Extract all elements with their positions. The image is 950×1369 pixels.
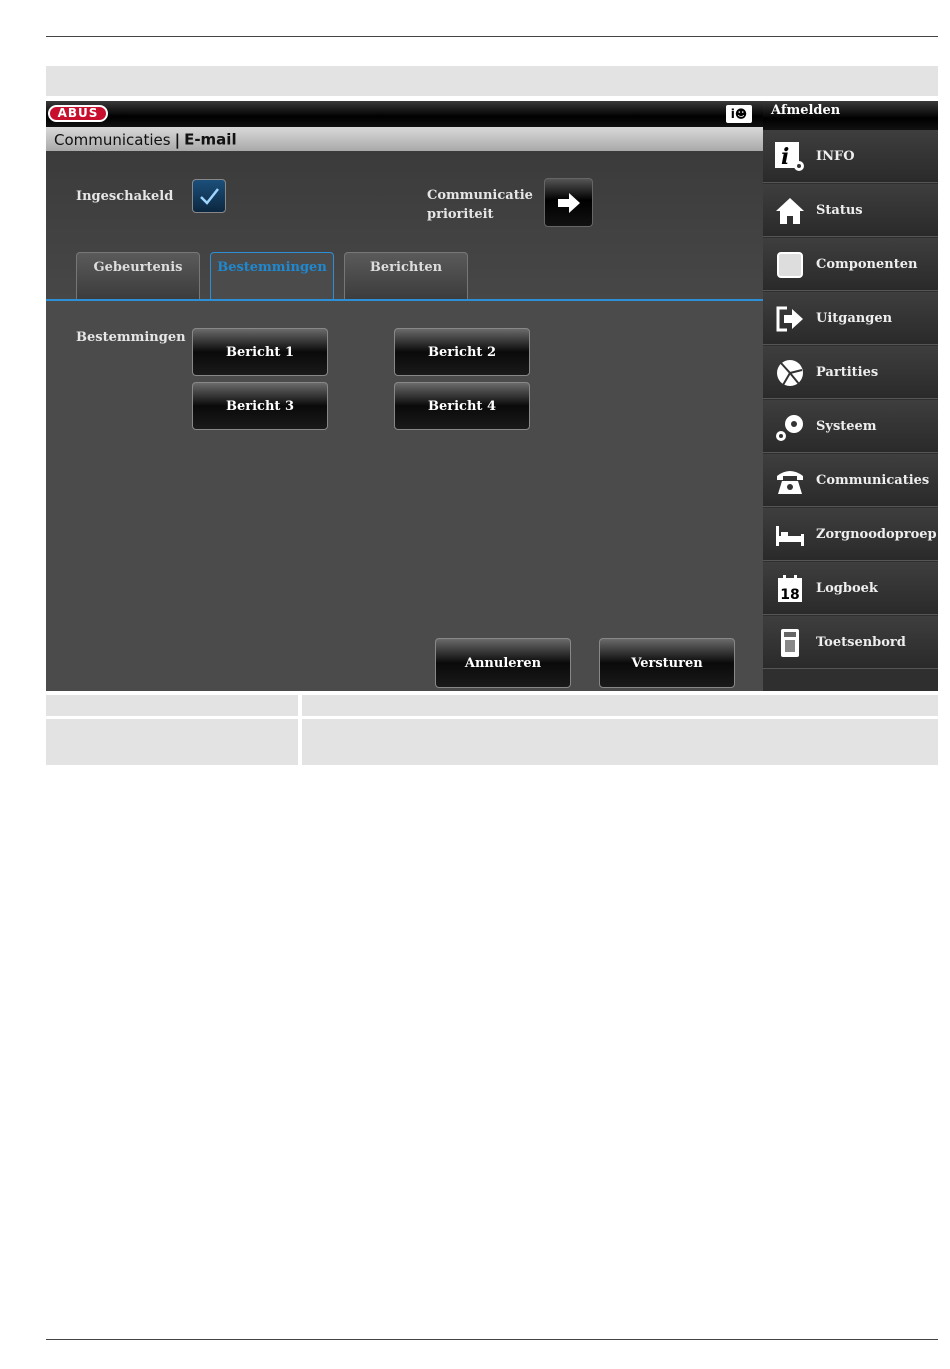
page-top-rule [46, 36, 938, 37]
description-table [46, 695, 938, 767]
logout-button[interactable]: Afmelden [763, 101, 938, 130]
enabled-checkbox[interactable] [192, 179, 226, 213]
square-icon [777, 252, 803, 278]
sidebar-item-partities[interactable]: Partities [763, 346, 938, 399]
top-bar: ABUS i☻ [46, 101, 763, 127]
sidebar-item-label: Zorgnoodoproep [816, 527, 937, 542]
svg-text:i: i [781, 144, 789, 170]
sidebar-item-logboek[interactable]: 18 Logboek [763, 562, 938, 615]
keypad-icon [781, 629, 799, 657]
sidebar-item-label: Componenten [816, 257, 918, 272]
table-cell [46, 719, 298, 765]
sidebar-item-label: Status [816, 203, 863, 218]
sidebar: Afmelden i INFO Status Componenten Uitga… [763, 101, 938, 691]
tab-label: Bestemmingen [217, 260, 327, 275]
priority-button[interactable] [544, 178, 593, 227]
sidebar-item-toetsenbord[interactable]: Toetsenbord [763, 616, 938, 669]
table-header-cell [302, 695, 938, 716]
send-button[interactable]: Versturen [599, 638, 735, 688]
app-window: ABUS i☻ Communicaties | E-mail Ingeschakel… [46, 101, 938, 691]
checkmark-icon [200, 188, 219, 205]
gears-icon [776, 415, 803, 441]
sidebar-item-communicaties[interactable]: Communicaties [763, 454, 938, 507]
info-gear-icon: i [775, 142, 804, 171]
bericht-1-button[interactable]: Bericht 1 [192, 328, 328, 376]
breadcrumb: Communicaties | E-mail [46, 127, 763, 151]
priority-label-line2: prioriteit [427, 207, 494, 222]
telephone-icon [777, 471, 803, 494]
sidebar-item-uitgangen[interactable]: Uitgangen [763, 292, 938, 345]
page-title: E-mail [184, 130, 237, 149]
caption-band [46, 66, 938, 96]
enabled-label: Ingeschakeld [76, 189, 174, 204]
sidebar-item-systeem[interactable]: Systeem [763, 400, 938, 453]
breadcrumb-section[interactable]: Communicaties [54, 131, 171, 149]
tab-underline [46, 299, 763, 301]
table-header-cell [46, 695, 298, 716]
page-bottom-rule [46, 1339, 938, 1340]
sidebar-item-label: Uitgangen [816, 311, 893, 326]
sidebar-item-status[interactable]: Status [763, 184, 938, 237]
priority-label-line1: Communicatie [427, 188, 533, 203]
sidebar-item-label: INFO [816, 149, 855, 164]
calendar-day: 18 [780, 587, 799, 603]
breadcrumb-separator: | [174, 130, 181, 149]
cancel-button[interactable]: Annuleren [435, 638, 571, 688]
sidebar-item-componenten[interactable]: Componenten [763, 238, 938, 291]
exit-arrow-icon [776, 306, 803, 332]
sidebar-item-label: Toetsenbord [816, 635, 906, 650]
bericht-3-button[interactable]: Bericht 3 [192, 382, 328, 430]
bed-icon [776, 526, 804, 546]
house-icon [776, 198, 804, 224]
sidebar-item-label: Partities [816, 365, 879, 380]
tab-gebeurtenis[interactable]: Gebeurtenis [76, 252, 200, 299]
info-user-icon[interactable]: i☻ [726, 105, 752, 123]
bericht-2-button[interactable]: Bericht 2 [394, 328, 530, 376]
pie-partition-icon [777, 360, 803, 386]
sidebar-item-zorgnoodoproep[interactable]: Zorgnoodoproep [763, 508, 938, 561]
tab-label: Gebeurtenis [93, 260, 183, 275]
table-cell [302, 719, 938, 765]
sidebar-item-label: Systeem [816, 419, 877, 434]
sidebar-item-label: Communicaties [816, 473, 930, 488]
tab-berichten[interactable]: Berichten [344, 252, 468, 299]
destinations-label: Bestemmingen [76, 330, 186, 345]
tab-bestemmingen[interactable]: Bestemmingen [210, 252, 334, 300]
tab-label: Berichten [369, 260, 443, 275]
abus-logo: ABUS [48, 105, 108, 122]
calendar-icon: 18 [778, 575, 802, 603]
arrow-right-icon [558, 193, 580, 213]
sidebar-item-label: Logboek [816, 581, 878, 596]
bericht-4-button[interactable]: Bericht 4 [394, 382, 530, 430]
sidebar-item-info[interactable]: i INFO [763, 130, 938, 183]
